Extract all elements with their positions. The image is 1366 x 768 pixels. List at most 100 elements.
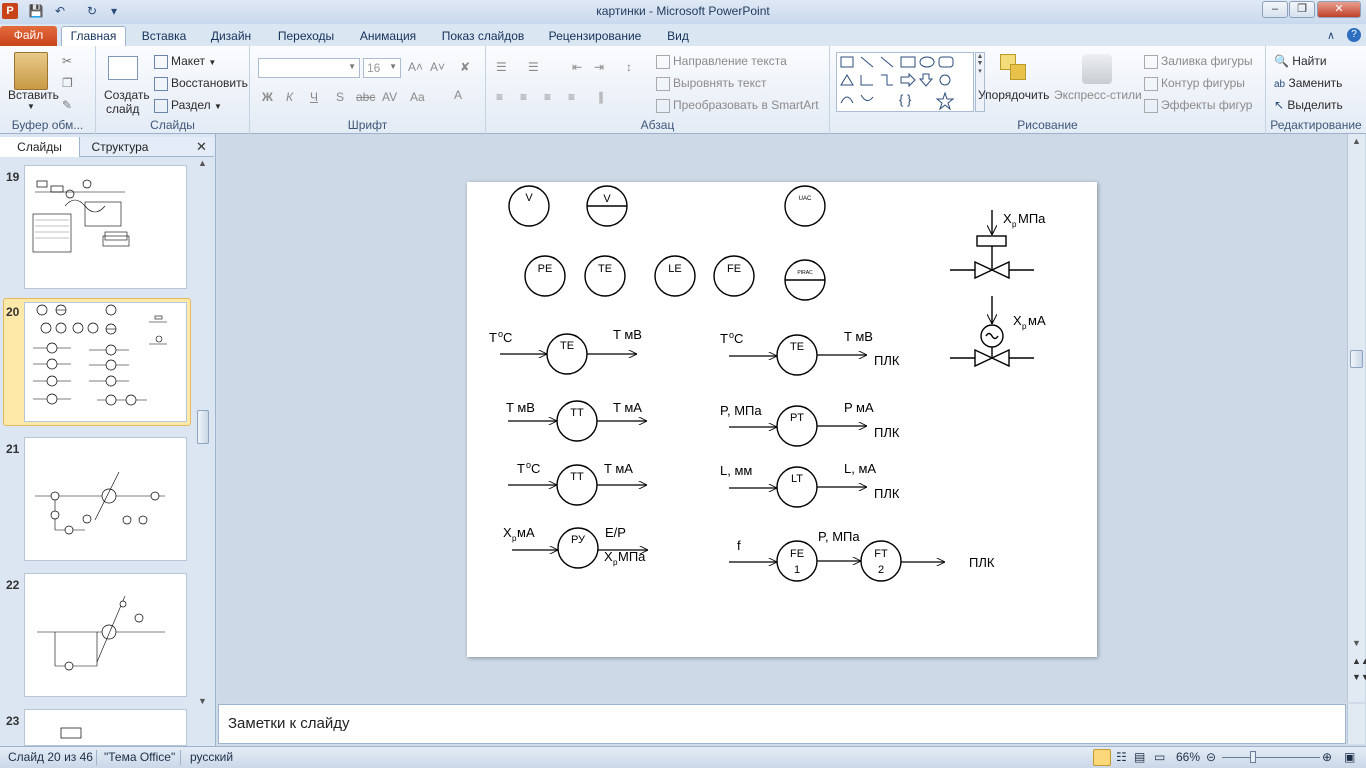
scroll-thumb[interactable] [197,410,209,444]
char-spacing-icon[interactable]: AV [382,90,397,104]
zoom-out-icon[interactable]: ⊝ [1206,750,1216,764]
change-case-icon[interactable]: Aa [410,90,425,104]
shape-fill-button[interactable]: Заливка фигуры [1144,54,1253,69]
normal-view-icon[interactable] [1093,749,1111,766]
paste-icon[interactable] [14,52,48,90]
format-painter-icon[interactable]: ✎ [62,98,72,112]
zoom-slider[interactable] [1222,757,1320,758]
tab-transitions[interactable]: Переходы [270,27,342,46]
slide-thumbnail-21[interactable] [24,437,187,561]
tab-view[interactable]: Вид [658,27,698,46]
theme-name[interactable]: "Тема Office" [104,750,175,764]
shrink-font-icon[interactable]: A˅ [430,60,445,74]
slides-pane-scrollbar[interactable]: ▲ ▼ [196,158,210,708]
arrange-icon[interactable] [1000,54,1026,82]
scroll-down-icon[interactable]: ▼ [1352,638,1361,648]
line-spacing-icon[interactable]: ↕ [626,60,632,74]
cut-icon[interactable]: ✂ [62,54,72,68]
shadow-icon[interactable]: S [336,90,344,104]
bullets-icon[interactable]: ☰ [496,60,507,74]
zoom-slider-thumb[interactable] [1250,751,1256,763]
columns-icon[interactable]: ∥ [598,90,604,104]
ft-plc: ПЛК [969,555,995,570]
help-icon[interactable]: ? [1347,28,1361,42]
shapes-gallery[interactable]: { } [836,52,974,112]
slide-sorter-icon[interactable]: ☷ [1116,750,1127,764]
tab-review[interactable]: Рецензирование [542,27,648,46]
tab-insert[interactable]: Вставка [135,27,193,46]
font-size-select[interactable]: 16 ▼ [363,58,401,78]
tab-outline[interactable]: Структура [80,137,160,157]
new-slide-label-1[interactable]: Создать [104,88,150,102]
text-direction-button[interactable]: Направление текста [656,54,787,69]
tab-slides[interactable]: Слайды [0,137,80,157]
minimize-button[interactable]: ‒ [1262,1,1288,18]
align-right-icon[interactable]: ≡ [544,90,551,104]
shape-outline-button[interactable]: Контур фигуры [1144,76,1245,91]
find-button[interactable]: 🔍 Найти [1274,54,1327,68]
close-pane-icon[interactable]: ✕ [196,139,207,155]
arrange-button[interactable]: Упорядочить [978,88,1049,102]
italic-icon[interactable]: К [286,90,293,104]
close-button[interactable]: ✕ [1317,1,1361,18]
slide-canvas[interactable]: V V UAC PE TE LE FE PIRAC X p МПа X p мА [467,182,1097,657]
shapes-scroll-icon[interactable]: ▲ ▼ ▾ [975,52,985,112]
grow-font-icon[interactable]: A˄ [408,60,423,74]
tab-animation[interactable]: Анимация [352,27,424,46]
slide-thumbnail-19[interactable] [24,165,187,289]
notes-scrollbar[interactable] [1347,704,1365,744]
r-te-in-t: T [720,331,728,346]
justify-icon[interactable]: ≡ [568,90,575,104]
font-color-icon[interactable]: A [454,88,462,102]
scroll-up-icon[interactable]: ▲ [198,158,207,168]
font-family-select[interactable]: ▼ [258,58,360,78]
align-center-icon[interactable]: ≡ [520,90,527,104]
quick-styles-button[interactable]: Экспресс-стили [1054,88,1142,102]
copy-icon[interactable]: ❐ [62,76,73,90]
scroll-down-icon[interactable]: ▼ [198,696,207,706]
align-left-icon[interactable]: ≡ [496,90,503,104]
scroll-up-icon[interactable]: ▲ [1352,136,1361,146]
zoom-in-icon[interactable]: ⊕ [1322,750,1332,764]
layout-button[interactable]: Макет ▼ [154,54,216,69]
minimize-ribbon-icon[interactable]: ∧ [1327,29,1335,42]
notes-pane[interactable]: Заметки к слайду [218,704,1346,744]
next-slide-icon[interactable]: ▼▼ [1352,672,1366,682]
replace-button[interactable]: ab Заменить [1274,76,1342,90]
fit-slide-icon[interactable]: ▣ [1344,750,1355,764]
zoom-level[interactable]: 66% [1176,750,1200,764]
reset-button[interactable]: Восстановить [154,76,248,91]
section-button[interactable]: Раздел ▼ [154,98,222,113]
decrease-indent-icon[interactable]: ⇤ [572,60,582,74]
strikethrough-icon[interactable]: abc [356,90,375,104]
tab-file[interactable]: Файл [0,26,57,46]
underline-icon[interactable]: Ч [310,90,318,104]
maximize-button[interactable]: ❐ [1289,1,1315,18]
smartart-button[interactable]: Преобразовать в SmartArt [656,98,819,113]
language[interactable]: русский [190,750,233,764]
shape-effects-button[interactable]: Эффекты фигур [1144,98,1252,113]
tab-design[interactable]: Дизайн [203,27,259,46]
new-slide-label-2[interactable]: слайд [106,102,139,116]
scroll-thumb[interactable] [1350,350,1363,368]
slideshow-view-icon[interactable]: ▭ [1154,750,1165,764]
select-button[interactable]: ↖ Выделить [1274,98,1343,112]
tab-slideshow[interactable]: Показ слайдов [434,27,532,46]
valve1-unit: МПа [1018,211,1046,226]
clear-format-icon[interactable]: ✘ [460,60,470,74]
quick-styles-icon[interactable] [1082,54,1112,84]
slide-thumbnail-22[interactable] [24,573,187,697]
paste-dropdown-icon[interactable]: ▼ [27,102,35,111]
new-slide-icon[interactable] [108,56,138,80]
tab-home[interactable]: Главная [61,26,126,46]
align-text-button[interactable]: Выровнять текст [656,76,766,91]
numbering-icon[interactable]: ☰ [528,60,539,74]
previous-slide-icon[interactable]: ▲▲ [1352,656,1366,666]
reading-view-icon[interactable]: ▤ [1134,750,1145,764]
slide-thumbnail-20[interactable] [24,302,187,422]
increase-indent-icon[interactable]: ⇥ [594,60,604,74]
paste-button[interactable]: Вставить [8,88,59,102]
slide-scrollbar[interactable]: ▲ ▼ ▲▲ ▼▼ [1347,134,1366,702]
slide-thumbnail-23[interactable] [24,709,187,746]
bold-icon[interactable]: Ж [262,90,273,104]
